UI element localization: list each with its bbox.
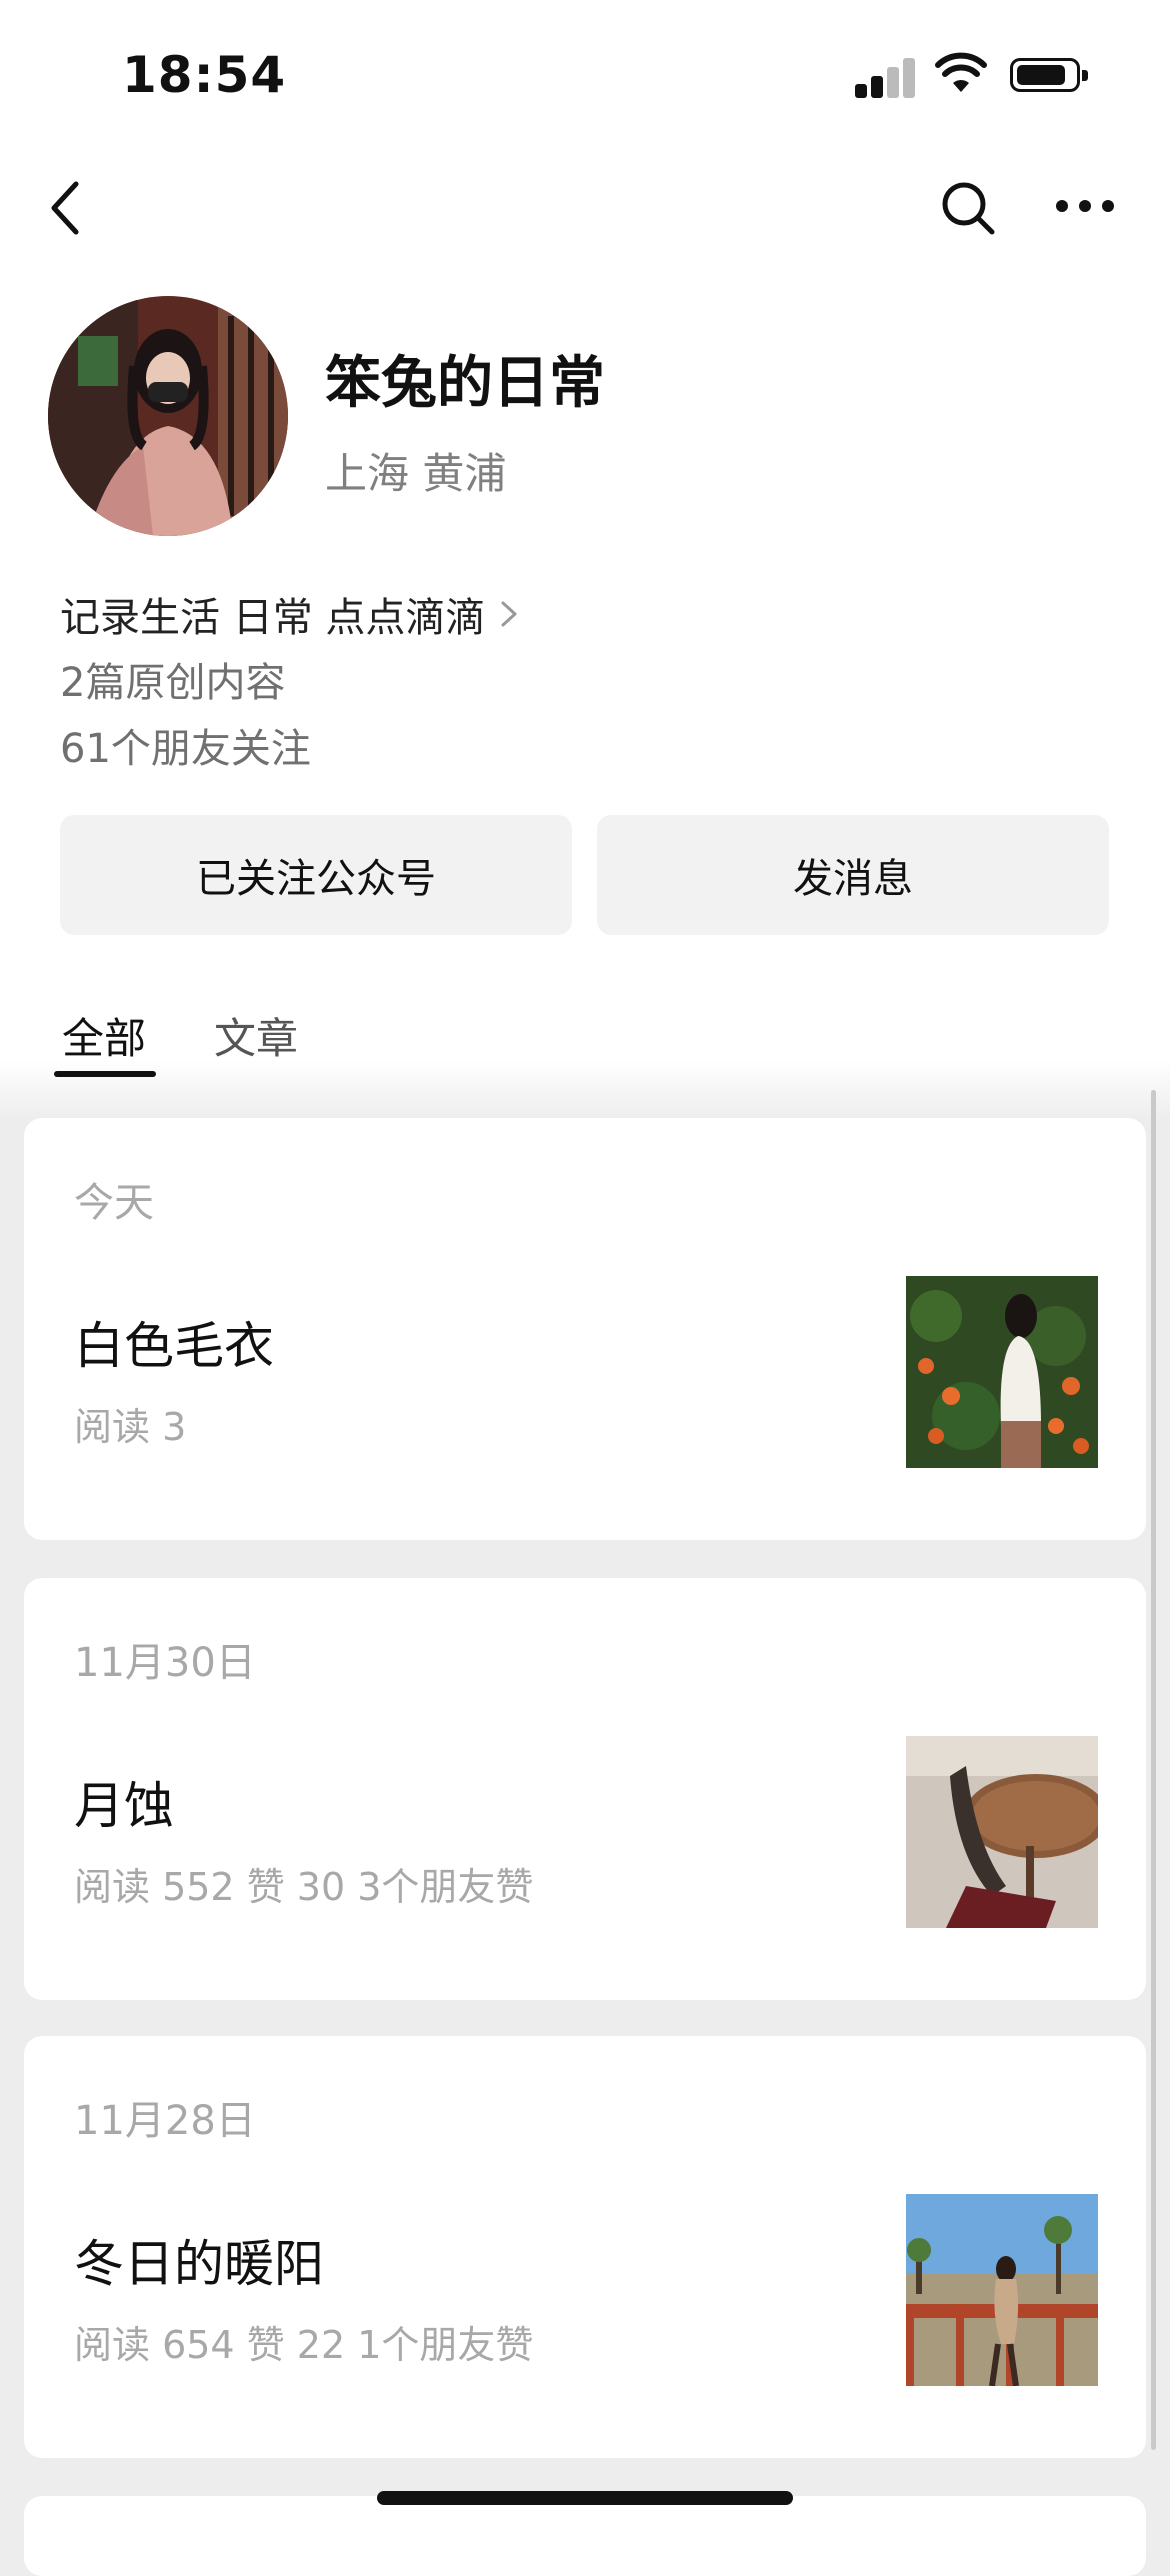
article-stats: 阅读 654 赞 22 1个朋友赞 <box>74 2323 534 2367</box>
account-name: 笨兔的日常 <box>325 351 605 416</box>
more-icon[interactable] <box>1054 196 1116 216</box>
article-card[interactable]: 11月28日 冬日的暖阳 阅读 654 赞 22 1个朋友赞 <box>24 2036 1146 2458</box>
article-card[interactable]: 11月30日 月蚀 阅读 552 赞 30 3个朋友赞 <box>24 1578 1146 2000</box>
back-icon[interactable] <box>46 178 86 238</box>
wifi-icon <box>935 52 987 92</box>
bio-text: 记录生活 日常 点点滴滴 <box>60 595 486 641</box>
profile-header-area <box>0 0 1170 1105</box>
article-title: 月蚀 <box>74 1777 174 1835</box>
avatar[interactable] <box>48 296 288 536</box>
tab-active-indicator <box>54 1071 156 1077</box>
friends-following-count[interactable]: 61个朋友关注 <box>60 716 311 774</box>
article-thumbnail <box>906 2194 1098 2386</box>
article-card[interactable]: 今天 白色毛衣 阅读 3 <box>24 1118 1146 1540</box>
account-location: 上海 黄浦 <box>325 449 507 498</box>
article-thumbnail <box>906 1276 1098 1468</box>
battery-icon <box>1010 58 1088 92</box>
article-date: 今天 <box>74 1180 154 1226</box>
send-message-button[interactable]: 发消息 <box>597 815 1109 935</box>
article-title: 冬日的暖阳 <box>74 2235 324 2293</box>
followed-button[interactable]: 已关注公众号 <box>60 815 572 935</box>
search-icon[interactable] <box>938 178 998 238</box>
original-content-count[interactable]: 2篇原创内容 <box>60 650 285 708</box>
status-time: 18:54 <box>122 46 287 104</box>
article-card[interactable] <box>24 2496 1146 2576</box>
home-indicator[interactable] <box>377 2491 793 2505</box>
header-fade <box>0 1060 1170 1120</box>
chevron-right-icon <box>501 601 517 627</box>
scrollbar[interactable] <box>1151 1090 1156 2450</box>
article-date: 11月30日 <box>74 1640 256 1686</box>
account-bio[interactable]: 记录生活 日常 点点滴滴 <box>60 585 521 643</box>
article-title: 白色毛衣 <box>74 1317 274 1375</box>
article-date: 11月28日 <box>74 2098 256 2144</box>
article-thumbnail <box>906 1736 1098 1928</box>
article-stats: 阅读 552 赞 30 3个朋友赞 <box>74 1865 534 1909</box>
tab-articles[interactable]: 文章 <box>214 1005 298 1066</box>
article-stats: 阅读 3 <box>74 1405 187 1449</box>
tab-all[interactable]: 全部 <box>62 1005 146 1066</box>
cellular-signal-icon <box>855 56 917 98</box>
